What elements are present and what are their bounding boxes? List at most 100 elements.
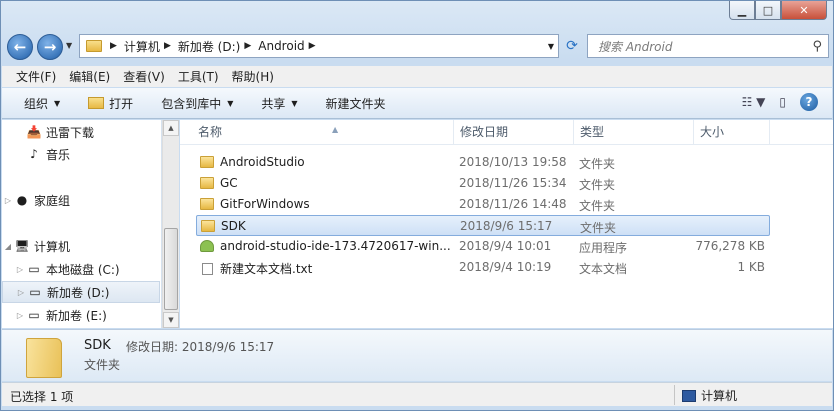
selection-count: 已选择 1 项 [10, 390, 74, 404]
details-type: 文件夹 [84, 358, 121, 372]
computer-icon [682, 389, 696, 402]
nav-item-drive-c[interactable]: ▷ ▭ 本地磁盘 (C:) [2, 258, 160, 280]
back-arrow-icon: ← [13, 38, 27, 56]
table-row[interactable]: GitForWindows 2018/11/26 14:48 文件夹 [196, 194, 770, 215]
status-location: 计算机 [682, 387, 737, 404]
sort-ascending-icon: ▲ [332, 125, 339, 134]
status-bar: 已选择 1 项 计算机 [2, 382, 832, 406]
recent-pages-dropdown-icon[interactable]: ▼ [66, 41, 72, 50]
forward-button[interactable]: → [37, 34, 63, 60]
folder-icon [200, 177, 214, 189]
chevron-right-icon: ▶ [244, 41, 252, 51]
drive-icon: ▭ [29, 285, 41, 299]
menu-edit[interactable]: 编辑(E) [69, 68, 110, 85]
drive-icon: ▭ [28, 262, 40, 276]
menu-help[interactable]: 帮助(H) [232, 68, 274, 85]
command-bar: 组织 ▼ 打开 包含到库中 ▼ 共享 ▼ 新建文件夹 ☷ ▼ ▯ ? [2, 88, 832, 119]
search-placeholder: 搜索 Android [598, 39, 673, 54]
breadcrumb-separator[interactable]: ▶ [106, 41, 124, 51]
search-input[interactable]: 搜索 Android ⚲ [587, 34, 829, 58]
table-row[interactable]: android-studio-ide-173.4720617-win... 20… [196, 236, 770, 257]
share-button[interactable]: 共享 ▼ [261, 95, 297, 112]
nav-item-music[interactable]: ♪ 音乐 [2, 143, 160, 165]
chevron-down-icon: ▼ [54, 98, 61, 108]
menu-bar: 文件(F) 编辑(E) 查看(V) 工具(T) 帮助(H) [2, 66, 832, 87]
chevron-right-icon: ▶ [163, 41, 171, 51]
minimize-button[interactable]: ▁ [729, 1, 755, 20]
nav-item-drive-e[interactable]: ▷ ▭ 新加卷 (E:) [2, 304, 160, 326]
breadcrumb-drive-d[interactable]: 新加卷 (D:) ▶ [178, 38, 258, 55]
folder-icon [86, 40, 102, 52]
view-options-icon[interactable]: ☷ ▼ [742, 95, 766, 109]
forward-arrow-icon: → [43, 38, 57, 56]
minimize-icon: ▁ [737, 3, 747, 17]
music-icon: ♪ [30, 147, 38, 161]
search-icon[interactable]: ⚲ [812, 39, 822, 54]
folder-icon [201, 220, 215, 232]
navigation-pane: 📥 迅雷下载 ♪ 音乐 ▷ ● 家庭组 ◢ 🖥 计算机 ▷ ▭ 本地磁盘 (C:) ▷ ▭ 新加卷 … [2, 120, 162, 328]
address-row: ← → ▼ ▶ 计算机 ▶ 新加卷 (D:) ▶ Android ▶ ▼ ⟳ 搜索 A… [7, 31, 829, 60]
column-header-name[interactable]: 名称 ▲ [192, 120, 454, 145]
column-header-type[interactable]: 类型 [574, 120, 694, 145]
close-button[interactable]: ✕ [781, 1, 827, 20]
open-button[interactable]: 打开 [88, 95, 133, 112]
details-pane: SDK 修改日期: 2018/9/6 15:17 文件夹 [2, 329, 832, 381]
maximize-button[interactable]: □ [755, 1, 781, 20]
chevron-down-icon: ▼ [291, 98, 298, 108]
nav-item-computer[interactable]: ◢ 🖥 计算机 [2, 235, 160, 257]
expand-arrow-icon[interactable]: ▷ [14, 265, 26, 274]
download-icon: 📥 [26, 125, 42, 139]
view-controls: ☷ ▼ ▯ ? [742, 93, 818, 111]
organize-button[interactable]: 组织 ▼ [24, 95, 60, 112]
expand-arrow-icon[interactable]: ▷ [14, 311, 26, 320]
menu-tools[interactable]: 工具(T) [178, 68, 219, 85]
menu-file[interactable]: 文件(F) [16, 68, 56, 85]
back-button[interactable]: ← [7, 34, 33, 60]
homegroup-icon: ● [16, 193, 28, 207]
include-in-library-button[interactable]: 包含到库中 ▼ [161, 95, 233, 112]
open-folder-icon [88, 97, 105, 109]
caption-buttons: ▁ □ ✕ [729, 1, 827, 21]
breadcrumb-computer[interactable]: 计算机 ▶ [124, 38, 178, 55]
refresh-button[interactable]: ⟳ [561, 34, 583, 58]
nav-item-thunder-downloads[interactable]: 📥 迅雷下载 [2, 121, 160, 143]
nav-item-drive-d[interactable]: ▷ ▭ 新加卷 (D:) [2, 281, 160, 303]
chevron-right-icon: ▶ [308, 41, 316, 51]
help-icon[interactable]: ? [800, 93, 818, 111]
breadcrumb-android[interactable]: Android ▶ [258, 39, 322, 53]
table-row[interactable]: AndroidStudio 2018/10/13 19:58 文件夹 [196, 152, 770, 173]
column-header-date[interactable]: 修改日期 [454, 120, 574, 145]
address-bar[interactable]: ▶ 计算机 ▶ 新加卷 (D:) ▶ Android ▶ ▼ [79, 34, 559, 58]
navigation-scrollbar[interactable]: ▲ ▼ [162, 120, 179, 328]
column-header-size[interactable]: 大小 [694, 120, 770, 145]
computer-icon: 🖥 [14, 239, 30, 253]
expand-arrow-icon[interactable]: ▷ [15, 288, 27, 297]
table-row[interactable]: GC 2018/11/26 15:34 文件夹 [196, 173, 770, 194]
close-icon: ✕ [799, 3, 809, 17]
chevron-right-icon: ▶ [110, 41, 117, 51]
scrollbar-thumb[interactable] [164, 228, 178, 310]
new-folder-button[interactable]: 新建文件夹 [326, 95, 386, 112]
details-name: SDK [84, 338, 111, 353]
folder-icon [200, 156, 214, 168]
explorer-window: ▁ □ ✕ ← → ▼ ▶ 计算机 ▶ 新加卷 (D:) ▶ Android ▶ ▼ … [0, 0, 834, 411]
maximize-icon: □ [762, 3, 774, 17]
refresh-icon: ⟳ [566, 38, 578, 54]
scroll-down-icon[interactable]: ▼ [163, 312, 179, 328]
table-row-selected[interactable]: SDK 2018/9/6 15:17 文件夹 [196, 215, 770, 236]
column-header-row: 名称 ▲ 修改日期 类型 大小 [180, 120, 833, 145]
address-dropdown-icon[interactable]: ▼ [548, 42, 554, 51]
folder-icon [26, 338, 62, 378]
android-app-icon [200, 240, 214, 252]
menu-view[interactable]: 查看(V) [123, 68, 165, 85]
collapse-arrow-icon[interactable]: ◢ [2, 242, 14, 251]
drive-icon: ▭ [28, 308, 40, 322]
expand-arrow-icon[interactable]: ▷ [2, 196, 14, 205]
nav-item-homegroup[interactable]: ▷ ● 家庭组 [2, 189, 160, 211]
preview-pane-icon[interactable]: ▯ [779, 95, 786, 109]
chevron-down-icon: ▼ [227, 98, 234, 108]
folder-icon [200, 198, 214, 210]
scroll-up-icon[interactable]: ▲ [163, 120, 179, 136]
details-modified: 修改日期: 2018/9/6 15:17 [126, 340, 275, 354]
table-row[interactable]: 新建文本文档.txt 2018/9/4 10:19 文本文档 1 KB [196, 257, 770, 278]
